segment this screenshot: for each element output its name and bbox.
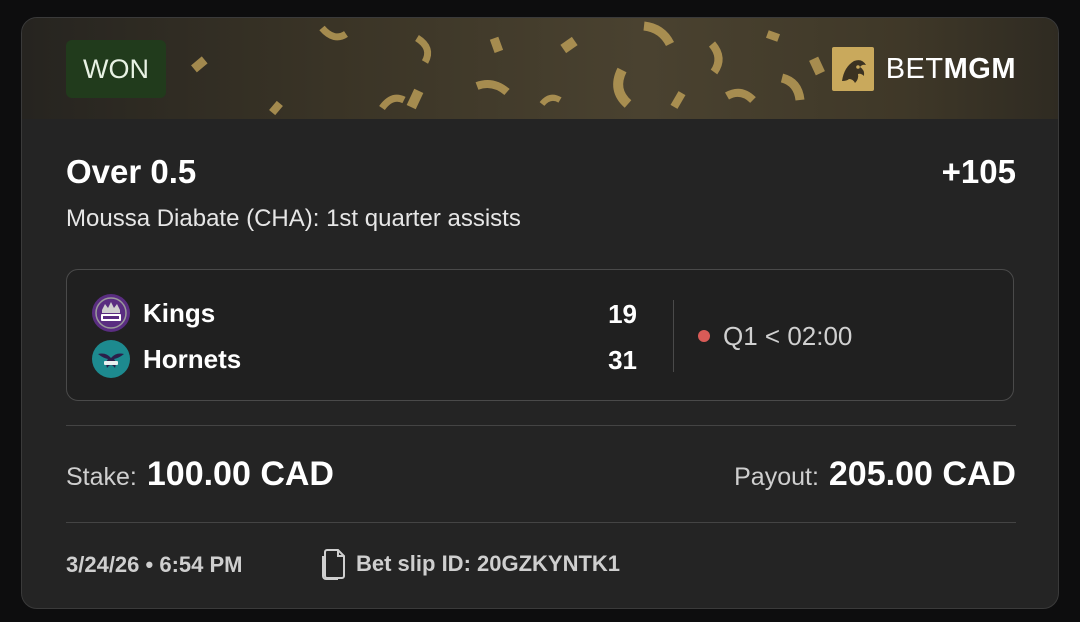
brand-name-light: BET <box>885 52 944 85</box>
stake-amount: Stake: 100.00 CAD <box>66 455 334 494</box>
score-hornets: 31 <box>608 345 637 375</box>
document-icon <box>322 549 345 580</box>
stake-value: 100.00 CAD <box>146 455 334 493</box>
payout-amount: Payout: 205.00 CAD <box>734 455 1016 494</box>
lion-logo-icon <box>831 47 874 91</box>
game-scoreboard[interactable]: Kings Hornets 19 31 Q1 < 02:00 <box>66 269 1014 401</box>
team-name-kings: Kings <box>143 297 216 328</box>
game-clock-status: Q1 < 02:00 <box>723 321 853 351</box>
won-banner: WON BETMGM <box>22 18 1058 119</box>
payout-value: 205.00 CAD <box>828 455 1016 493</box>
hornets-logo-icon <box>92 340 130 378</box>
divider <box>66 522 1016 523</box>
bet-card: WON BETMGM Over 0.5 +105 Moussa Diabate … <box>21 17 1059 609</box>
team-row-hornets: Hornets <box>91 339 241 379</box>
divider <box>66 425 1016 426</box>
payout-label: Payout: <box>734 463 819 491</box>
bet-market: Moussa Diabate (CHA): 1st quarter assist… <box>66 205 521 232</box>
kings-logo-icon <box>92 294 130 332</box>
won-status-badge: WON <box>66 40 166 98</box>
stake-label: Stake: <box>66 463 137 491</box>
bet-odds: +105 <box>941 153 1016 190</box>
brand-name-bold: MGM <box>943 52 1016 85</box>
bet-selection: Over 0.5 <box>66 153 197 190</box>
brand-name: BETMGM <box>886 53 1016 86</box>
betmgm-logo: BETMGM <box>831 46 1016 92</box>
bet-slip-id[interactable]: Bet slip ID: 20GZKYNTK1 <box>320 548 620 580</box>
score-kings: 19 <box>608 299 637 329</box>
team-row-kings: Kings <box>91 293 215 333</box>
live-dot-icon <box>698 330 710 342</box>
bet-slip-id-text: Bet slip ID: 20GZKYNTK1 <box>356 551 621 576</box>
bet-placed-datetime: 3/24/26 • 6:54 PM <box>66 552 243 577</box>
scoreboard-divider <box>673 300 674 372</box>
team-name-hornets: Hornets <box>143 343 242 374</box>
